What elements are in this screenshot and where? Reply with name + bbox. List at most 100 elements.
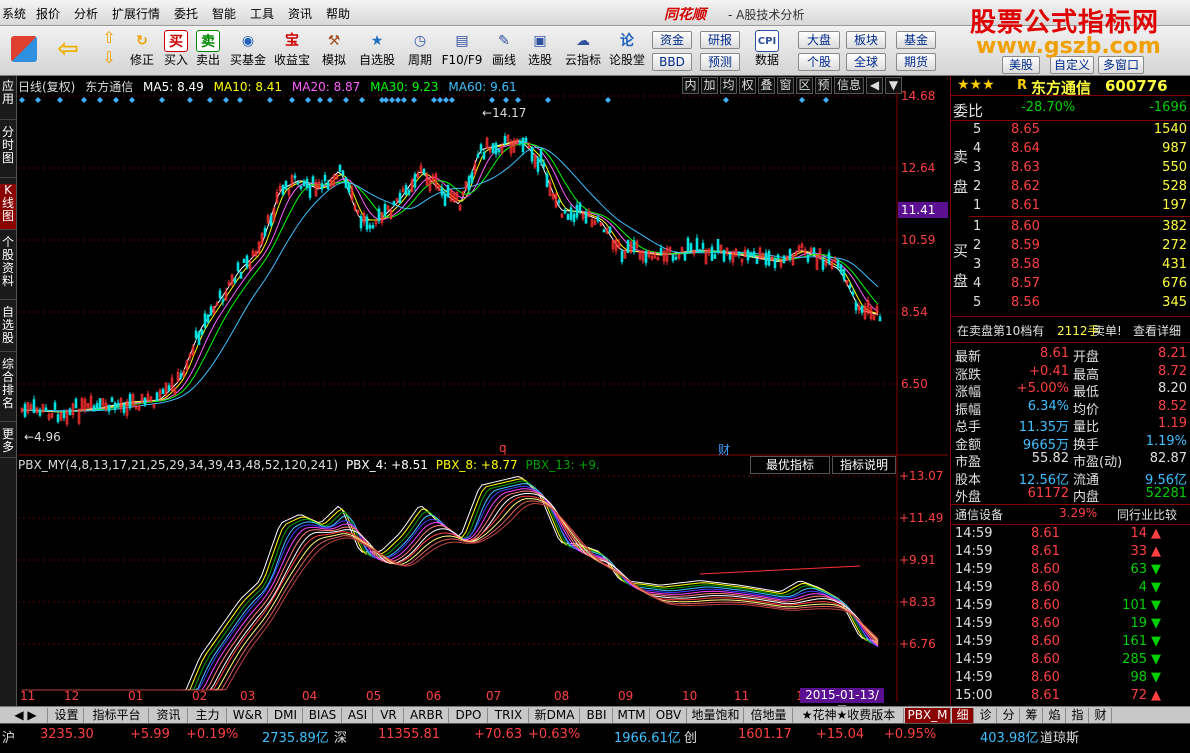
signal-diamond: [267, 97, 273, 103]
candle-body: [293, 175, 297, 179]
signal-diamond: [35, 97, 41, 103]
bottom-tab[interactable]: DMI: [269, 708, 303, 723]
candle-body: [674, 256, 678, 260]
signal-diamond: [437, 97, 443, 103]
candle-body: [194, 330, 198, 338]
candle-body: [422, 168, 426, 174]
candle-body: [446, 184, 450, 197]
candle-body: [602, 229, 606, 233]
signal-diamond: [207, 97, 213, 103]
bottom-tab[interactable]: 指: [1067, 708, 1089, 723]
sh-change: +5.99: [130, 727, 170, 742]
order-price: 8.58: [1011, 257, 1040, 272]
bottom-tab[interactable]: 倍地量: [745, 708, 793, 723]
candle-body: [155, 392, 159, 402]
ma-line: [21, 139, 879, 413]
candle-body: [236, 262, 240, 272]
candle-body: [263, 227, 267, 236]
candle-body: [575, 204, 579, 218]
signal-diamond: [489, 97, 495, 103]
bottom-tab[interactable]: ARBR: [405, 708, 449, 723]
bottom-tab[interactable]: 主力: [189, 708, 227, 723]
order-volume: 197: [1162, 198, 1187, 213]
big-order-notice: 在卖盘第10档有 2112手 卖单! 查看详细: [951, 322, 1190, 340]
bottom-tab[interactable]: BIAS: [304, 708, 342, 723]
quote-stat-row: 市盈 55.82 市盈(动) 82.87: [951, 451, 1190, 470]
view-detail-link[interactable]: 查看详细: [1133, 322, 1181, 339]
candle-body: [632, 240, 636, 253]
tick-price: 8.61: [1031, 526, 1060, 541]
order-volume: 550: [1162, 160, 1187, 175]
pbx-line: [22, 490, 879, 691]
order-price: 8.60: [1011, 219, 1040, 234]
order-level: 3: [973, 160, 982, 175]
signal-diamond: [223, 97, 229, 103]
candle-body: [572, 213, 576, 223]
stat-label: 开盘: [1073, 350, 1100, 365]
candle-body: [62, 412, 66, 418]
candle-body: [671, 254, 675, 261]
candle-body: [179, 373, 183, 378]
stat-label: 总手: [955, 420, 982, 435]
stat-value: 52281: [1145, 486, 1187, 501]
candle-body: [116, 402, 120, 407]
bottom-tab[interactable]: 财: [1090, 708, 1112, 723]
candle-body: [341, 170, 345, 176]
tick-row: 14:59 8.60 101 ▼: [951, 598, 1190, 616]
bottom-tab[interactable]: ASI: [343, 708, 373, 723]
signal-diamond: [129, 97, 135, 103]
event-marker-cai[interactable]: 财: [718, 441, 730, 458]
order-price: 8.63: [1011, 160, 1040, 175]
candle-body: [221, 299, 225, 303]
bottom-tab[interactable]: 分: [998, 708, 1020, 723]
bottom-tab[interactable]: TRIX: [489, 708, 529, 723]
bottom-tab[interactable]: DPO: [450, 708, 488, 723]
indicator-explain-button[interactable]: 指标说明: [832, 456, 896, 474]
stat-label: 金额: [955, 437, 982, 453]
bottom-tab[interactable]: 诊: [975, 708, 997, 723]
weibi-row: 委比 -28.70% -1696: [951, 100, 1190, 120]
bottom-tab[interactable]: PBX_M: [905, 708, 951, 723]
sz-percent: +0.63%: [528, 727, 581, 742]
signal-diamond: [113, 97, 119, 103]
candle-body: [404, 185, 408, 195]
bottom-tab[interactable]: VR: [374, 708, 404, 723]
date-tick-label: 12: [64, 689, 79, 703]
tick-time: 14:59: [955, 616, 993, 631]
candle-body: [842, 269, 846, 280]
indicator-tick-label: +9.91: [899, 553, 936, 567]
event-marker-q[interactable]: q: [499, 441, 507, 455]
stat-value: 82.87: [1149, 451, 1187, 466]
candle-body: [365, 216, 369, 230]
bottom-tab[interactable]: ★花神★收费版本: [794, 708, 904, 723]
order-price: 8.56: [1011, 295, 1040, 310]
bottom-tab[interactable]: 焰: [1044, 708, 1066, 723]
pbx8-label: PBX_8: +8.77: [435, 458, 518, 472]
bottom-tab[interactable]: OBV: [651, 708, 687, 723]
bottom-tab[interactable]: 资讯: [150, 708, 188, 723]
ma-line: [22, 141, 879, 413]
signal-diamond: [605, 97, 611, 103]
bottom-tab[interactable]: 筹: [1021, 708, 1043, 723]
bottom-tab[interactable]: BBI: [581, 708, 613, 723]
down-arrow-icon: ▼: [1151, 670, 1161, 685]
bottom-tab[interactable]: 设置: [50, 708, 84, 723]
bottom-tab[interactable]: W&R: [228, 708, 268, 723]
bottom-tab[interactable]: 地量饱和: [688, 708, 744, 723]
tab-scroll-arrows[interactable]: ◀ ▶: [4, 708, 48, 723]
candle-body: [68, 408, 72, 416]
best-indicator-button[interactable]: 最优指标: [750, 456, 830, 474]
bottom-tab[interactable]: 细: [952, 708, 974, 723]
candle-body: [497, 148, 501, 153]
quote-stock-name: 东方通信: [1031, 79, 1092, 97]
stat-label: 市盈(动): [1073, 455, 1123, 470]
signal-diamond: [515, 97, 521, 103]
sector-compare-link[interactable]: 同行业比较: [1117, 506, 1177, 523]
signal-diamond: [97, 97, 103, 103]
bottom-tab[interactable]: 新DMA: [530, 708, 580, 723]
bottom-tab[interactable]: 指标平台: [85, 708, 149, 723]
bottom-tab[interactable]: MTM: [614, 708, 650, 723]
chart-area[interactable]: 14.68 12.64 10.59 8.54 6.50 +13.07 +11.49 +9.91…: [0, 0, 950, 706]
order-level: 1: [973, 198, 982, 213]
tick-volume: 33: [1130, 544, 1147, 559]
